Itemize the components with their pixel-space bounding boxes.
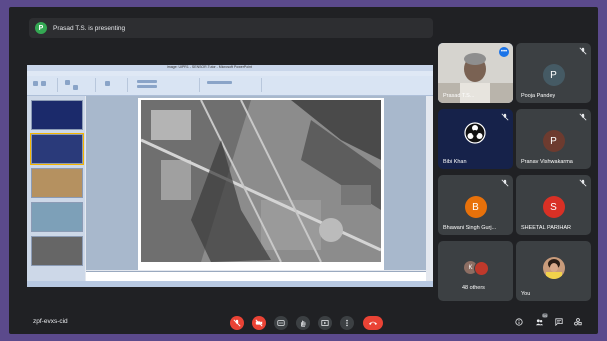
- slide-thumb[interactable]: [31, 168, 83, 198]
- presenting-banner: P Prasad T.S. is presenting: [29, 18, 433, 38]
- meeting-code: zpf-evxs-cid: [33, 318, 68, 325]
- avatar: P: [542, 64, 565, 86]
- satellite-image: [141, 100, 381, 262]
- captions-button[interactable]: [274, 316, 288, 330]
- slide-editing-area: [86, 96, 426, 270]
- phone-hangup-icon: [369, 321, 377, 325]
- people-button[interactable]: 54: [533, 313, 548, 328]
- participant-name: Bibi Khan: [443, 159, 467, 165]
- self-tile[interactable]: You: [516, 241, 591, 301]
- mic-toggle-button[interactable]: [230, 316, 244, 330]
- participant-name: Bhawani Singh Gurj...: [443, 225, 497, 231]
- participant-tile[interactable]: P Pooja Pandey: [516, 43, 591, 103]
- info-icon: [515, 318, 523, 326]
- participant-tile[interactable]: P Pranav Vishwakarma: [516, 109, 591, 169]
- avatar: B: [464, 196, 487, 218]
- present-button[interactable]: [318, 316, 332, 330]
- people-icon: [535, 319, 543, 326]
- more-vert-icon: [346, 319, 348, 327]
- mic-off-icon: [579, 179, 587, 187]
- mic-off-icon: [501, 113, 509, 121]
- ppt-ribbon: [27, 76, 433, 96]
- captions-icon: [277, 320, 285, 326]
- self-avatar: [543, 257, 565, 279]
- avatar: P: [542, 130, 565, 152]
- participant-name: You: [521, 291, 531, 297]
- ppt-window-title: image: UIPR1 - SENSOR.Tutor - Microsoft …: [167, 65, 252, 69]
- participant-name: SHEETAL PARIHAR: [521, 225, 572, 231]
- mic-off-icon: [233, 319, 241, 327]
- slide-page: [138, 98, 384, 270]
- shared-screen[interactable]: image: UIPR1 - SENSOR.Tutor - Microsoft …: [27, 65, 433, 287]
- people-count-badge: 54: [541, 313, 548, 318]
- presenter-avatar: P: [35, 22, 47, 34]
- chat-icon: [555, 318, 563, 326]
- participant-name: Pranav Vishwakarma: [521, 159, 573, 165]
- slide-thumb[interactable]: [31, 202, 83, 232]
- camera-off-icon: [255, 319, 263, 327]
- activities-button[interactable]: [572, 316, 584, 328]
- more-options-button[interactable]: [340, 316, 354, 330]
- activities-icon: [574, 318, 582, 326]
- camera-toggle-button[interactable]: [252, 316, 266, 330]
- raise-hand-button[interactable]: [296, 316, 310, 330]
- slide-thumb[interactable]: [31, 134, 83, 164]
- participant-tile[interactable]: ••• Prasad T.S...: [438, 43, 513, 103]
- avatar: S: [542, 196, 565, 218]
- avatar-photo: [474, 261, 489, 276]
- slide-thumb[interactable]: [31, 100, 83, 130]
- hand-icon: [301, 320, 306, 327]
- mic-off-icon: [501, 179, 509, 187]
- slide-thumbnails: [27, 96, 85, 281]
- participant-tile[interactable]: Bibi Khan: [438, 109, 513, 169]
- present-icon: [321, 320, 329, 326]
- meeting-details-button[interactable]: [513, 316, 525, 328]
- mic-off-icon: [579, 113, 587, 121]
- more-options-icon[interactable]: •••: [499, 47, 509, 57]
- others-count: 48 others: [462, 285, 485, 291]
- end-call-button[interactable]: [363, 316, 383, 330]
- obs-logo-icon: [464, 122, 486, 144]
- participant-tile[interactable]: B Bhawani Singh Gurj...: [438, 175, 513, 235]
- presenting-text: Prasad T.S. is presenting: [53, 24, 126, 32]
- participant-name: Pooja Pandey: [521, 93, 556, 99]
- ppt-statusbar: [27, 281, 433, 287]
- mic-off-icon: [579, 47, 587, 55]
- chat-button[interactable]: [553, 316, 565, 328]
- others-tile[interactable]: K 48 others: [438, 241, 513, 301]
- bottom-toolbar: zpf-evxs-cid 54: [9, 312, 598, 334]
- slide-thumb[interactable]: [31, 236, 83, 266]
- participant-tile[interactable]: S SHEETAL PARIHAR: [516, 175, 591, 235]
- meet-window: P Prasad T.S. is presenting image: UIPR1…: [9, 7, 598, 334]
- participant-name: Prasad T.S...: [443, 93, 475, 99]
